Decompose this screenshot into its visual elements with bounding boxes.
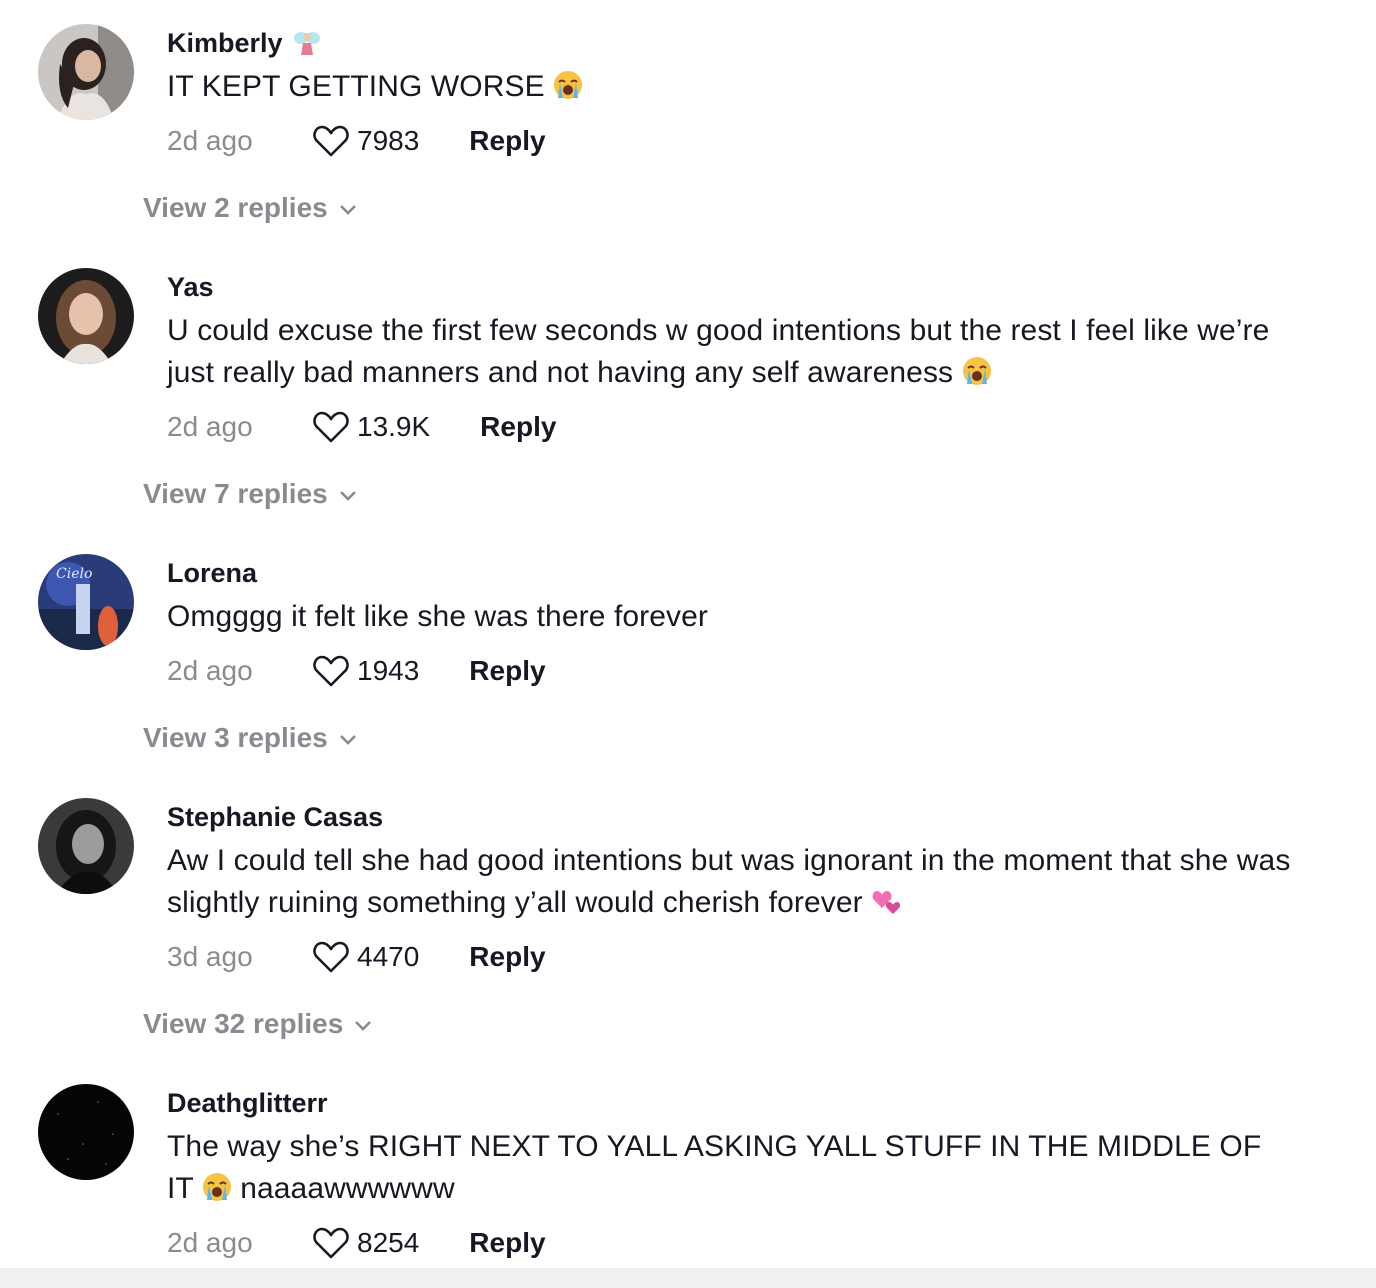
like-button[interactable]: 1943 xyxy=(313,655,419,688)
like-count: 1943 xyxy=(357,655,420,686)
comment-username[interactable]: Stephanie Casas xyxy=(167,802,383,833)
comment-time: 2d ago xyxy=(167,411,253,442)
comment-username[interactable]: Kimberly xyxy=(167,28,321,59)
fairy-emoji xyxy=(291,29,321,59)
like-count: 8254 xyxy=(357,1227,420,1258)
revolving-hearts-emoji xyxy=(871,886,901,916)
comment-meta: 3d ago 4470 Reply xyxy=(167,939,546,975)
crying-face-emoji xyxy=(962,356,992,386)
heart-outline-icon xyxy=(313,941,349,972)
heart-outline-icon xyxy=(313,655,349,686)
comment-meta: 2d ago 13.9K Reply xyxy=(167,409,556,445)
heart-outline-icon xyxy=(313,1227,349,1258)
comment-meta: 2d ago 1943 Reply xyxy=(167,653,546,689)
bottom-edge xyxy=(0,1268,1376,1288)
like-button[interactable]: 7983 xyxy=(313,125,419,158)
comment-time: 2d ago xyxy=(167,1227,253,1258)
crying-face-emoji xyxy=(202,1172,232,1202)
comment-text: U could excuse the first few seconds w g… xyxy=(167,314,1270,389)
comment-meta: 2d ago 7983 Reply xyxy=(167,123,546,159)
avatar[interactable] xyxy=(38,798,134,894)
heart-outline-icon xyxy=(313,125,349,156)
chevron-down-icon xyxy=(355,1021,372,1031)
svg-text:Cielo: Cielo xyxy=(56,566,92,582)
crying-face-emoji xyxy=(553,70,583,100)
chevron-down-icon xyxy=(339,491,356,501)
comment-text: Omgggg it felt like she was there foreve… xyxy=(167,600,709,633)
view-replies-button[interactable]: View 2 replies xyxy=(143,192,358,224)
comment-username[interactable]: Deathglitterr xyxy=(167,1088,328,1119)
avatar[interactable] xyxy=(38,1084,134,1180)
heart-outline-icon xyxy=(313,411,349,442)
like-count: 13.9K xyxy=(357,411,431,442)
comment-time: 2d ago xyxy=(167,655,253,686)
comment-text: IT KEPT GETTING WORSE xyxy=(167,66,1317,108)
chevron-down-icon xyxy=(339,735,356,745)
comment-time: 2d ago xyxy=(167,125,253,156)
reply-button[interactable]: Reply xyxy=(469,125,545,157)
avatar[interactable]: Cielo xyxy=(38,554,134,650)
like-count: 4470 xyxy=(357,941,420,972)
like-count: 7983 xyxy=(357,125,420,156)
comment-text: The way she’s RIGHT NEXT TO YALL ASKING … xyxy=(167,1130,1262,1205)
comment-time: 3d ago xyxy=(167,941,253,972)
avatar[interactable] xyxy=(38,268,134,364)
reply-button[interactable]: Reply xyxy=(469,941,545,973)
reply-button[interactable]: Reply xyxy=(480,411,556,443)
view-replies-button[interactable]: View 32 replies xyxy=(143,1008,373,1040)
reply-button[interactable]: Reply xyxy=(469,1227,545,1259)
chevron-down-icon xyxy=(339,205,356,215)
avatar[interactable] xyxy=(38,24,134,120)
view-replies-button[interactable]: View 7 replies xyxy=(143,478,358,510)
comment-username[interactable]: Lorena xyxy=(167,558,257,589)
comment-text: Aw I could tell she had good intentions … xyxy=(167,844,1291,919)
like-button[interactable]: 4470 xyxy=(313,941,419,974)
like-button[interactable]: 13.9K xyxy=(313,411,430,444)
reply-button[interactable]: Reply xyxy=(469,655,545,687)
like-button[interactable]: 8254 xyxy=(313,1227,419,1260)
comment-meta: 2d ago 8254 Reply xyxy=(167,1225,546,1261)
view-replies-button[interactable]: View 3 replies xyxy=(143,722,358,754)
comment-username[interactable]: Yas xyxy=(167,272,214,303)
